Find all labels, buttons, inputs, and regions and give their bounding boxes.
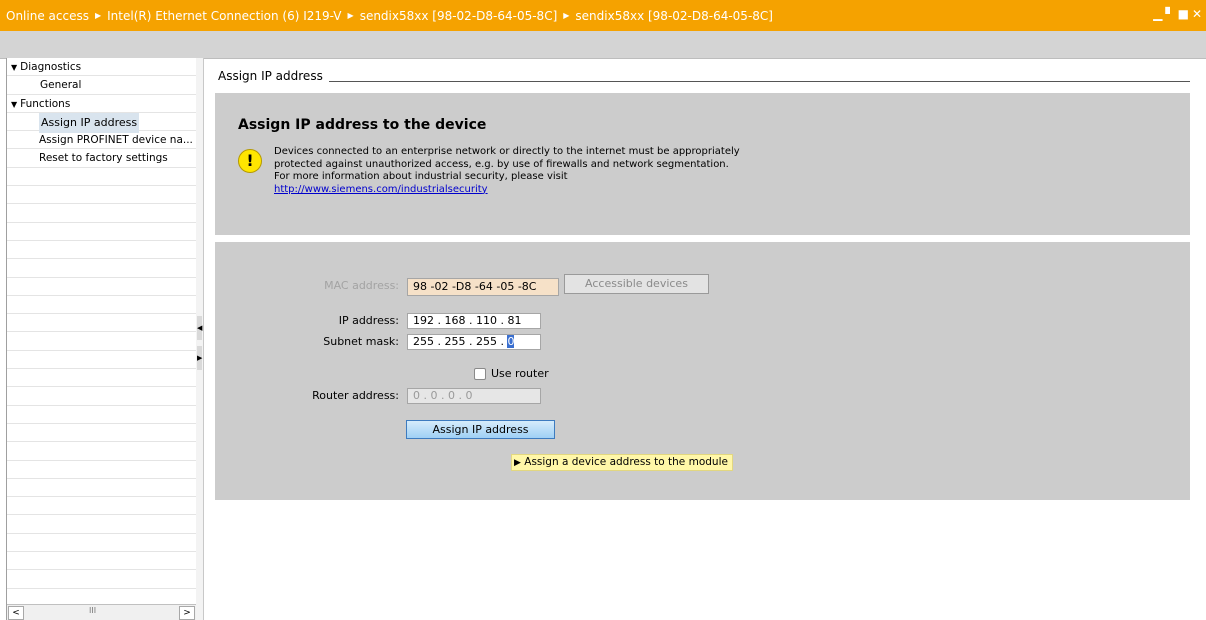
info-line: Devices connected to an enterprise netwo… [274, 146, 740, 157]
tree-item-functions[interactable]: ▼ Functions [7, 95, 196, 113]
breadcrumb-separator-icon: ▶ [347, 11, 354, 20]
ip-address-input[interactable]: 192 . 168 . 110 . 81 [407, 313, 541, 329]
breadcrumb-separator-icon: ▶ [94, 11, 102, 20]
tree-empty-row [7, 241, 196, 260]
breadcrumb-device[interactable]: sendix58xx [98-02-D8-64-05-8C] [360, 9, 558, 23]
breadcrumb-online-access[interactable]: Online access [6, 9, 89, 23]
info-heading: Assign IP address to the device [238, 117, 487, 133]
float-icon[interactable]: ■ [1178, 7, 1189, 21]
info-line: protected against unauthorized access, e… [274, 158, 729, 170]
tree-item-label: Assign IP address [39, 112, 140, 133]
subnet-mask-prefix: 255 . 255 . 255 . [413, 335, 508, 348]
subnet-mask-input[interactable]: 255 . 255 . 255 . 0 [407, 334, 541, 350]
tree-empty-row [7, 479, 196, 498]
hint-arrow-icon: ▶ [514, 458, 521, 468]
tree-empty-row [7, 461, 196, 479]
panel-splitter[interactable]: ◀ ▶ [196, 58, 204, 620]
tree-item-label: Diagnostics [20, 61, 82, 73]
use-router-checkbox[interactable] [474, 368, 486, 380]
hint-text: Assign a device address to the module [524, 456, 728, 468]
restore-icon[interactable]: ▘ [1165, 7, 1174, 21]
expand-triangle-icon[interactable]: ▼ [11, 63, 17, 72]
scroll-right-icon[interactable]: > [179, 606, 195, 620]
scroll-left-icon[interactable]: < [8, 606, 24, 620]
tree-empty-row [7, 223, 196, 241]
info-text: Devices connected to an enterprise netwo… [274, 146, 740, 196]
tree-empty-row [7, 204, 196, 223]
industrial-security-link[interactable]: http://www.siemens.com/industrialsecurit… [274, 184, 488, 195]
tree-empty-row [7, 314, 196, 333]
tree-item-label: Functions [20, 97, 71, 110]
breadcrumb-separator-icon: ▶ [563, 11, 570, 20]
security-info-panel: Assign IP address to the device ! Device… [215, 93, 1190, 235]
tree-empty-row [7, 278, 196, 296]
router-address-input[interactable]: 0 . 0 . 0 . 0 [407, 388, 541, 404]
tree-item-diagnostics[interactable]: ▼ Diagnostics [7, 58, 196, 77]
title-bar: Online access ▶ Intel(R) Ethernet Connec… [0, 0, 1206, 31]
scroll-grip-icon[interactable]: III [89, 606, 96, 615]
tree-item-general[interactable]: General [7, 76, 196, 95]
tree-empty-row [7, 442, 196, 461]
expand-right-icon[interactable]: ▶ [197, 346, 202, 370]
tree-item-label: General [40, 79, 82, 92]
section-title: Assign IP address [218, 69, 323, 83]
assign-ip-address-button[interactable]: Assign IP address [406, 420, 555, 439]
tree-empty-row [7, 387, 196, 406]
tree-empty-row [7, 168, 196, 187]
subnet-mask-label: Subnet mask: [323, 335, 399, 348]
info-line: For more information about industrial se… [274, 171, 568, 182]
accessible-devices-button[interactable]: Accessible devices [564, 274, 709, 294]
router-address-label: Router address: [312, 389, 399, 402]
tree-empty-row [7, 424, 196, 443]
mac-address-field: 98 -02 -D8 -64 -05 -8C [407, 278, 559, 296]
tree-item-assign-ip[interactable]: Assign IP address [7, 112, 196, 133]
tree-empty-row [7, 351, 196, 370]
toolbar [0, 31, 1206, 59]
tree-empty-row [7, 186, 196, 205]
collapse-left-icon[interactable]: ◀ [197, 316, 202, 340]
tree-empty-row [7, 369, 196, 388]
navigation-tree: ▼ Diagnostics General ▼ Functions Assign I… [6, 58, 197, 620]
minimize-icon[interactable]: ▁ [1153, 7, 1162, 21]
horizontal-scrollbar[interactable]: < III > [7, 604, 196, 620]
ip-address-label: IP address: [338, 314, 399, 327]
tree-item-label: Reset to factory settings [39, 152, 168, 165]
breadcrumb-device-current[interactable]: sendix58xx [98-02-D8-64-05-8C] [575, 9, 773, 23]
tree-item-label: Assign PROFINET device na... [39, 134, 193, 147]
tree-empty-row [7, 515, 196, 534]
tree-empty-row [7, 534, 196, 553]
breadcrumb-interface[interactable]: Intel(R) Ethernet Connection (6) I219-V [107, 9, 341, 23]
tree-empty-row [7, 259, 196, 278]
tree-empty-row [7, 296, 196, 315]
mac-address-label: MAC address: [324, 279, 399, 292]
subnet-mask-selected-octet: 0 [507, 335, 515, 348]
warning-icon: ! [238, 149, 262, 173]
tree-empty-row [7, 497, 196, 516]
assign-hint-tooltip: ▶ Assign a device address to the module [511, 454, 733, 471]
tree-empty-row [7, 406, 196, 424]
section-divider [329, 81, 1190, 82]
close-icon[interactable]: ✕ [1192, 7, 1202, 21]
expand-triangle-icon[interactable]: ▼ [11, 100, 17, 109]
tree-empty-row [7, 552, 196, 571]
ip-settings-panel: MAC address: 98 -02 -D8 -64 -05 -8C Acce… [215, 242, 1190, 500]
tree-empty-row [7, 570, 196, 589]
use-router-label: Use router [491, 367, 549, 380]
tree-item-assign-profinet[interactable]: Assign PROFINET device na... [7, 131, 196, 150]
tree-item-reset[interactable]: Reset to factory settings [7, 149, 196, 168]
window-controls: ▁ ▘ ■ ✕ [1153, 7, 1202, 21]
tree-empty-row [7, 332, 196, 351]
